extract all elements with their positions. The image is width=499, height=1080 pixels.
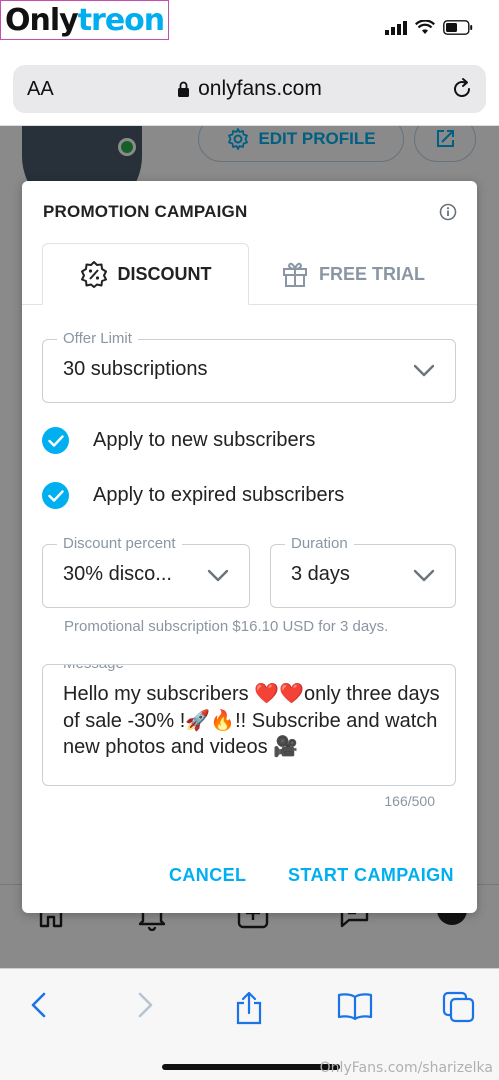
watermark-credit: OnlyFans.com/sharizelka [319, 1060, 493, 1076]
duration-value: 3 days [291, 563, 350, 585]
checkmark-icon [42, 427, 69, 454]
offer-limit-label: Offer Limit [57, 330, 138, 347]
promotion-campaign-dialog: PROMOTION CAMPAIGN DISCOUNT FREE TRIAL O… [22, 181, 477, 913]
discount-percent-value: 30% disco... [63, 563, 172, 585]
watermark-logo: Only treon [0, 0, 170, 40]
back-icon[interactable] [28, 991, 50, 1019]
dialog-title: PROMOTION CAMPAIGN [43, 202, 248, 221]
chevron-down-icon [413, 364, 435, 377]
url-display[interactable]: onlyfans.com [13, 77, 486, 101]
browser-address-area: AA onlyfans.com [0, 56, 499, 126]
bookmarks-icon[interactable] [337, 991, 373, 1021]
message-label: Message [57, 665, 130, 672]
message-textarea[interactable]: Message Hello my subscribers ❤️❤️only th… [42, 664, 456, 786]
message-text: Hello my subscribers ❤️❤️only three days… [63, 683, 440, 758]
discount-percent-label: Discount percent [57, 535, 182, 552]
tab-free-trial-label: FREE TRIAL [319, 263, 425, 284]
tabs-icon[interactable] [442, 991, 476, 1023]
wifi-icon [415, 20, 435, 34]
watermark-prefix: Only [5, 2, 79, 38]
tab-discount-label: DISCOUNT [117, 263, 212, 284]
chevron-down-icon [207, 569, 229, 582]
url-text: onlyfans.com [198, 77, 322, 100]
lock-icon [178, 81, 190, 97]
status-icons [385, 20, 473, 35]
duration-select[interactable]: Duration 3 days [270, 535, 456, 608]
status-bar: Only treon [0, 0, 499, 56]
chevron-down-icon [413, 569, 435, 582]
campaign-type-tabs: DISCOUNT FREE TRIAL [22, 243, 477, 305]
offer-limit-value: 30 subscriptions [63, 358, 208, 380]
apply-new-subscribers-checkbox[interactable]: Apply to new subscribers [42, 427, 315, 454]
checkmark-icon [42, 482, 69, 509]
offer-limit-select[interactable]: Offer Limit 30 subscriptions [42, 330, 456, 403]
reload-icon[interactable] [450, 77, 474, 101]
start-campaign-button[interactable]: START CAMPAIGN [288, 865, 454, 886]
discount-badge-icon [80, 261, 107, 288]
watermark-suffix: treon [77, 2, 165, 38]
apply-new-subscribers-label: Apply to new subscribers [93, 429, 316, 451]
gift-icon [283, 262, 307, 287]
discount-percent-select[interactable]: Discount percent 30% disco... [42, 535, 250, 608]
apply-expired-subscribers-checkbox[interactable]: Apply to expired subscribers [42, 482, 344, 509]
message-char-counter: 166/500 [384, 793, 435, 809]
promotional-price-note: Promotional subscription $16.10 USD for … [64, 618, 389, 635]
apply-expired-subscribers-label: Apply to expired subscribers [93, 484, 345, 506]
share-sheet-icon[interactable] [234, 991, 264, 1025]
duration-label: Duration [285, 535, 354, 552]
cancel-button[interactable]: CANCEL [169, 865, 246, 886]
tab-free-trial[interactable]: FREE TRIAL [249, 243, 457, 305]
address-bar[interactable]: AA onlyfans.com [13, 65, 486, 113]
info-icon[interactable] [439, 203, 457, 221]
forward-icon[interactable] [134, 991, 156, 1019]
signal-icon [385, 20, 407, 35]
tab-discount[interactable]: DISCOUNT [42, 243, 249, 305]
home-indicator [162, 1064, 340, 1070]
battery-icon [443, 20, 473, 35]
